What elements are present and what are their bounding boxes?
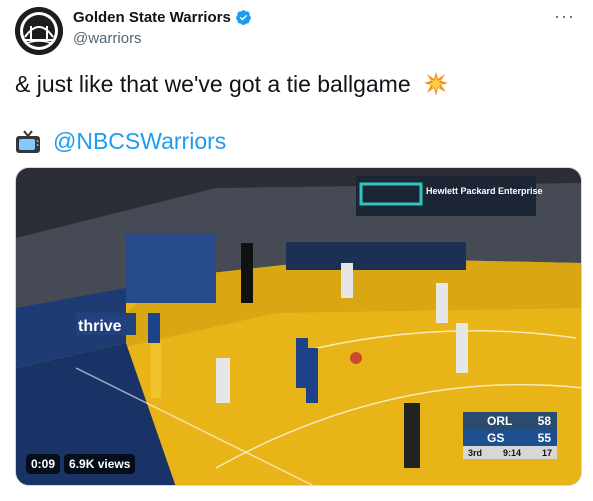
scoreboard: ORL 58 GS 55 3rd 9:14 17	[463, 412, 557, 459]
team2-score: 55	[537, 430, 551, 445]
period: 3rd	[468, 447, 483, 458]
scoreboard-row-away: ORL 58	[463, 412, 557, 429]
more-options-button[interactable]: ···	[554, 6, 575, 27]
verified-badge-icon	[235, 10, 251, 25]
mention-row: @NBCSWarriors	[15, 128, 226, 155]
warriors-logo	[15, 7, 63, 55]
mention-link[interactable]: @NBCSWarriors	[53, 128, 226, 155]
team2-name: GS	[487, 430, 505, 445]
display-name[interactable]: Golden State Warriors	[73, 9, 231, 26]
television-icon	[16, 129, 40, 153]
scoreboard-row-home: GS 55	[463, 429, 557, 446]
tweet-text: & just like that we've got a tie ballgam…	[15, 70, 449, 103]
video-duration: 0:09	[26, 454, 61, 474]
author-name-row[interactable]: Golden State Warriors	[73, 9, 252, 26]
tweet-text-body: & just like that we've got a tie ballgam…	[15, 71, 411, 97]
game-clock: 9:14	[502, 447, 521, 458]
court-sign-2: Hewlett Packard Enterprise	[426, 186, 543, 196]
avatar[interactable]	[15, 7, 63, 55]
court-sign-1: thrive	[78, 318, 122, 335]
team1-score: 58	[537, 413, 551, 428]
collision-emoji-icon	[423, 71, 449, 103]
video-badges: 0:09 6.9K views	[26, 454, 136, 474]
shot-clock: 17	[541, 447, 552, 458]
team1-name: ORL	[487, 413, 513, 428]
video-views: 6.9K views	[64, 454, 136, 474]
video-player[interactable]: thrive Hewlett Packard Enterprise 0:09 6…	[15, 167, 582, 486]
handle[interactable]: @warriors	[73, 30, 142, 47]
game-clock-row: 3rd 9:14 17	[463, 446, 557, 459]
